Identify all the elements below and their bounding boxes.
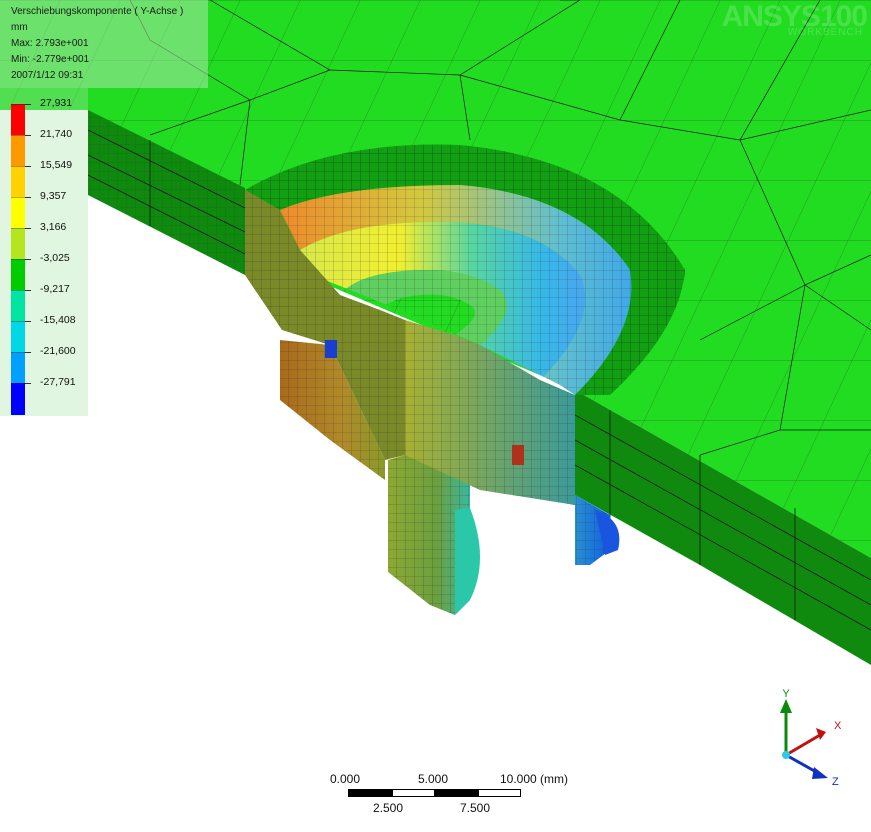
legend-level-label: 15,549 (40, 159, 73, 171)
legend-level-label: -15,408 (40, 314, 76, 326)
legend-timestamp: 2007/1/12 09:31 (11, 70, 84, 81)
pin-tip (455, 508, 480, 615)
scale-label-10: 10.000 (mm) (500, 772, 569, 786)
legend-level-label: -9,217 (40, 283, 70, 295)
legend-tick (25, 383, 31, 384)
scale-segment-1 (348, 789, 392, 797)
scale-label-7-5: 7.500 (460, 801, 491, 815)
legend-tick (25, 352, 31, 353)
scale-segment-2 (392, 789, 435, 797)
legend-swatch (11, 259, 25, 291)
legend-tick (25, 259, 31, 260)
z-axis-label: Z (832, 776, 839, 788)
scale-segment-4 (478, 789, 521, 797)
y-axis-arrow-icon (780, 699, 792, 713)
legend-swatch (11, 321, 25, 353)
legend-swatch (11, 104, 25, 136)
contact-spot-left (325, 340, 337, 358)
legend-level-label: -27,791 (40, 376, 76, 388)
legend-level-label: 21,740 (40, 128, 73, 140)
model-viewport[interactable] (0, 0, 871, 832)
legend-max: Max: 2.793e+001 (11, 38, 89, 49)
legend-title: Verschiebungskomponente ( Y-Achse ) (11, 6, 184, 17)
legend-tick (25, 135, 31, 136)
legend-tick (25, 321, 31, 322)
hotspot-right (512, 445, 524, 465)
y-axis-label: Y (782, 688, 790, 700)
legend-swatch (11, 135, 25, 167)
scale-segment-3 (435, 789, 478, 797)
x-axis-label: X (834, 720, 842, 732)
legend-swatch (11, 383, 25, 415)
legend-level-label: -21,600 (40, 345, 76, 357)
axis-triad[interactable]: Y X Z (770, 685, 860, 795)
workbench-watermark: WORKBENCH (787, 27, 863, 38)
legend-tick (25, 104, 31, 105)
legend-level-label: 3,166 (40, 221, 67, 233)
scale-label-5: 5.000 (418, 772, 449, 786)
legend-tick (25, 290, 31, 291)
legend-swatch (11, 166, 25, 198)
scale-label-0: 0.000 (330, 772, 361, 786)
legend-swatch (11, 197, 25, 229)
legend-unit: mm (11, 22, 28, 33)
legend-level-label: -3,025 (40, 252, 70, 264)
legend-swatch (11, 352, 25, 384)
legend-tick (25, 197, 31, 198)
legend-header-panel: Verschiebungskomponente ( Y-Achse ) mm M… (0, 0, 208, 88)
legend-tick (25, 228, 31, 229)
legend-level-label: 9,357 (40, 190, 67, 202)
legend-level-label: 27,931 (40, 97, 73, 109)
legend-swatch (11, 290, 25, 322)
z-axis-arrow-icon (812, 767, 828, 779)
scale-label-2-5: 2.500 (373, 801, 404, 815)
legend-swatch (11, 228, 25, 260)
legend-tick (25, 166, 31, 167)
legend-min: Min: -2.779e+001 (11, 54, 90, 65)
